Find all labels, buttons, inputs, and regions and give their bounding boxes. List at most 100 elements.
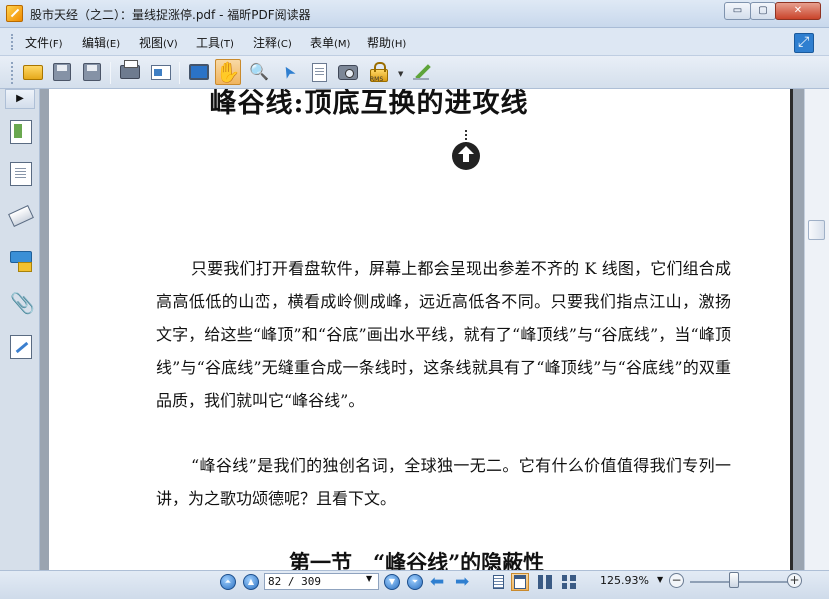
navigation-panel: ▶ 📎 <box>0 89 40 570</box>
toolbar-separator <box>110 62 111 84</box>
page-dropdown-icon[interactable]: ▼ <box>366 574 372 583</box>
back-arrow-icon[interactable]: ⬅ <box>430 572 444 592</box>
pdf-page: 峰谷线:顶底互换的进攻线 只要我们打开看盘软件，屏幕上都会呈现出参差不齐的 K … <box>49 89 793 570</box>
section-heading: 第一节 “峰谷线”的隐蔽性 <box>289 550 545 570</box>
zoom-level-value[interactable]: 125.93% <box>600 574 649 587</box>
single-page-icon <box>492 575 504 589</box>
snapshot-button[interactable] <box>335 59 361 85</box>
save-icon <box>53 63 71 81</box>
title-bar: 股市天经（之二）：量线捉涨停.pdf - 福昕PDF阅读器 ▭ ▢ ✕ <box>0 0 829 28</box>
continuous-facing-view-button[interactable] <box>560 573 578 591</box>
rms-dropdown-arrow-icon[interactable]: ▼ <box>398 70 403 78</box>
menu-form[interactable]: 表单(M) <box>310 34 350 51</box>
properties-button[interactable] <box>148 59 174 85</box>
menu-file[interactable]: 文件(F) <box>25 34 63 51</box>
window-title: 股市天经（之二）：量线捉涨停.pdf - 福昕PDF阅读器 <box>30 8 311 22</box>
facing-pages-icon <box>538 575 552 589</box>
printer-icon <box>120 60 140 79</box>
menu-file-accel: (F) <box>49 39 63 50</box>
hand-icon: ✋ <box>215 60 241 84</box>
chapter-title: 峰谷线:顶底互换的进攻线 <box>209 89 529 119</box>
close-button[interactable]: ✕ <box>775 2 821 20</box>
pages-thumbnail-icon[interactable] <box>10 162 32 186</box>
open-button[interactable] <box>20 59 46 85</box>
save-button[interactable] <box>49 59 75 85</box>
magnifier-icon: 🔍 <box>249 62 269 81</box>
zoom-slider-thumb[interactable] <box>729 572 740 588</box>
continuous-view-button[interactable] <box>511 573 529 591</box>
menu-file-label: 文件 <box>25 36 50 50</box>
single-page-view-button[interactable] <box>489 573 507 591</box>
document-properties-icon <box>151 64 171 80</box>
pen-icon <box>412 62 432 82</box>
toolbar-grip[interactable] <box>11 62 14 84</box>
ornament-icon <box>452 130 480 170</box>
save-as-button[interactable] <box>79 59 105 85</box>
signatures-icon[interactable] <box>10 335 32 359</box>
menu-comment-label: 注释 <box>253 36 278 50</box>
menu-comment-accel: (C) <box>277 39 292 50</box>
menu-edit-label: 编辑 <box>82 36 107 50</box>
status-bar: ⏶ ▲ 82 / 309 ▼ ▼ ⏷ ⬅ ➡ 125.93% ▼ − + <box>0 570 829 599</box>
camera-icon <box>338 64 358 80</box>
full-screen-view-button[interactable] <box>186 59 212 85</box>
menu-form-accel: (M) <box>334 39 351 50</box>
monitor-icon <box>189 64 209 80</box>
document-view[interactable]: 峰谷线:顶底互换的进攻线 只要我们打开看盘软件，屏幕上都会呈现出参差不齐的 K … <box>40 89 804 570</box>
forward-arrow-icon[interactable]: ➡ <box>455 572 469 592</box>
last-page-button[interactable]: ⏷ <box>407 574 423 590</box>
vertical-scrollbar[interactable] <box>804 89 829 570</box>
zoom-in-button[interactable]: + <box>787 573 802 588</box>
body-paragraph: “峰谷线”是我们的独创名词，全球独一无二。它有什么价值值得我们专列一讲，为之歌功… <box>156 456 731 508</box>
nav-panel-toggle[interactable]: ▶ <box>5 89 35 109</box>
menu-view-label: 视图 <box>139 36 164 50</box>
zoom-dropdown-icon[interactable]: ▼ <box>657 575 663 584</box>
menu-tools-accel: (T) <box>220 39 234 50</box>
sign-button[interactable] <box>409 59 435 85</box>
facing-view-button[interactable] <box>536 573 554 591</box>
comments-icon[interactable] <box>10 251 32 272</box>
menu-view-accel: (V) <box>163 39 178 50</box>
menu-tools[interactable]: 工具(T) <box>196 34 234 51</box>
hand-tool-button[interactable]: ✋ <box>215 59 241 85</box>
print-button[interactable] <box>117 59 143 85</box>
minimize-button[interactable]: ▭ <box>724 2 751 20</box>
body-paragraph: 只要我们打开看盘软件，屏幕上都会呈现出参差不齐的 K 线图，它们组合成高高低低的… <box>156 259 731 410</box>
fullscreen-icon[interactable] <box>794 33 814 53</box>
toolbar: ✋ 🔍 ➤ RMS ▼ <box>0 56 829 89</box>
text-select-icon <box>311 62 327 82</box>
menu-bar: 文件(F) 编辑(E) 视图(V) 工具(T) 注释(C) 表单(M) 帮助(H… <box>0 28 829 56</box>
scrollbar-thumb[interactable] <box>808 220 825 240</box>
menu-edit-accel: (E) <box>106 39 121 50</box>
menu-help-accel: (H) <box>391 39 407 50</box>
next-page-button[interactable]: ▼ <box>384 574 400 590</box>
select-annotation-button[interactable]: ➤ <box>276 59 302 85</box>
menu-tools-label: 工具 <box>196 36 221 50</box>
menu-edit[interactable]: 编辑(E) <box>82 34 120 51</box>
zoom-out-button[interactable]: − <box>669 573 684 588</box>
previous-page-button[interactable]: ▲ <box>243 574 259 590</box>
foxit-app-icon <box>6 5 23 22</box>
rms-label: RMS <box>370 76 384 83</box>
menu-view[interactable]: 视图(V) <box>139 34 178 51</box>
pointer-icon: ➤ <box>276 61 301 83</box>
menu-form-label: 表单 <box>310 36 335 50</box>
continuous-page-icon <box>514 575 526 589</box>
page-number-input[interactable]: 82 / 309 <box>264 573 379 590</box>
maximize-button[interactable]: ▢ <box>750 2 776 20</box>
menu-help-label: 帮助 <box>367 36 392 50</box>
bookmarks-icon[interactable] <box>10 120 32 144</box>
first-page-button[interactable]: ⏶ <box>220 574 236 590</box>
loupe-tool-button[interactable]: 🔍 <box>246 59 272 85</box>
rms-protect-button[interactable]: RMS <box>366 59 392 85</box>
select-text-button[interactable] <box>306 59 332 85</box>
folder-icon <box>23 64 43 80</box>
layers-icon[interactable] <box>8 205 34 227</box>
attachments-icon[interactable]: 📎 <box>10 291 35 315</box>
save-as-icon <box>83 63 101 81</box>
menu-help[interactable]: 帮助(H) <box>367 34 406 51</box>
continuous-facing-icon <box>562 575 576 589</box>
toolbar-separator <box>179 62 180 84</box>
menubar-grip[interactable] <box>11 34 14 50</box>
menu-comment[interactable]: 注释(C) <box>253 34 292 51</box>
